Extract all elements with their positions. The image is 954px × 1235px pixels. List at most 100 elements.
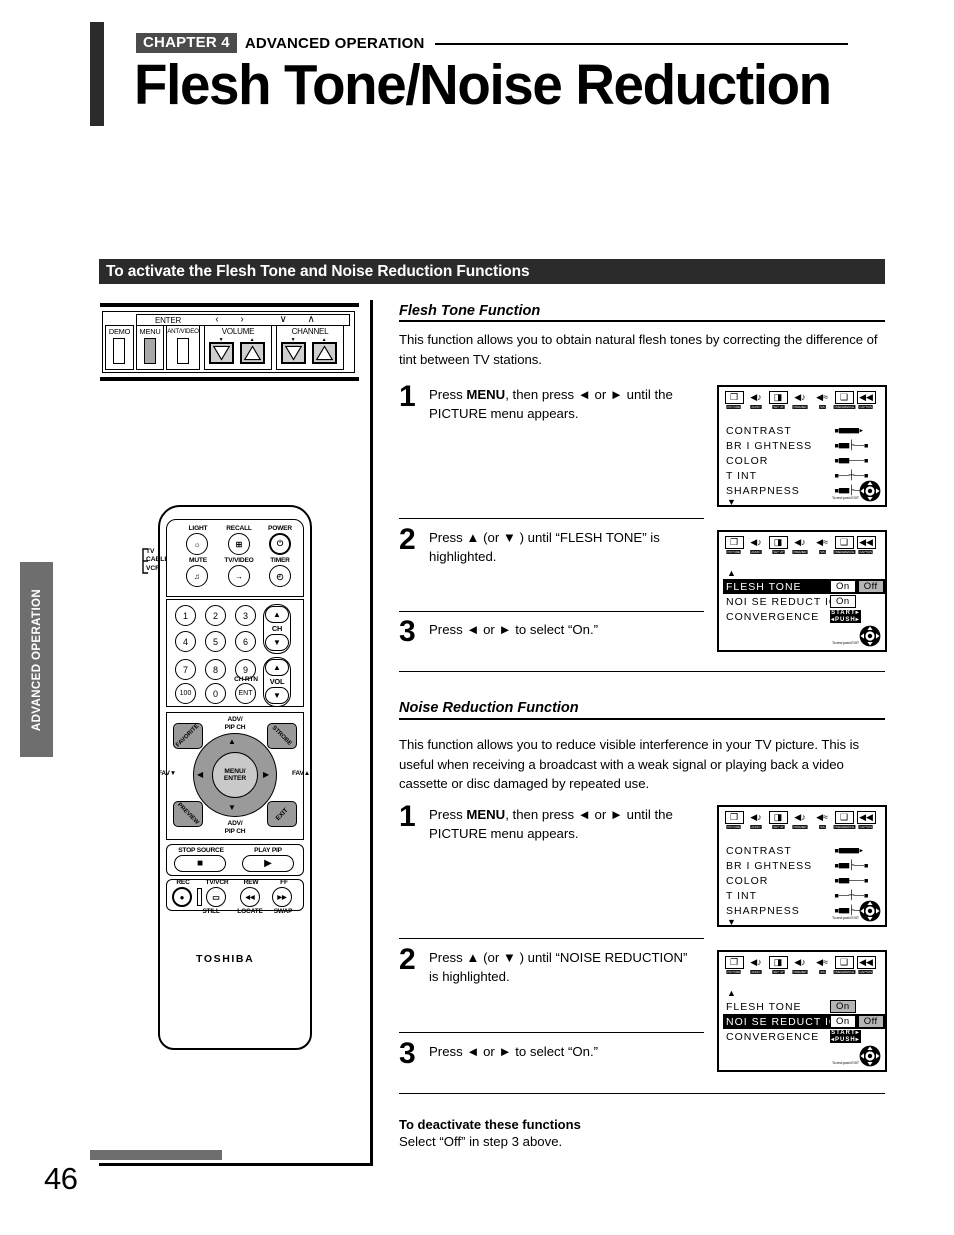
dpad-down-icon[interactable]: ▼ (228, 803, 236, 812)
osd-scroll-down-icon[interactable]: ▼ (727, 497, 736, 505)
osd-convergence-start[interactable]: START▸ ◂PUSH▸ (830, 609, 861, 624)
osd-icon-audio[interactable]: ◀♪ AUDIO (746, 391, 766, 409)
osd-row-convergence[interactable]: CONVERGENCE START▸ ◂PUSH▸ (723, 609, 885, 624)
key-4[interactable]: 4 (175, 631, 196, 652)
key-8[interactable]: 8 (205, 659, 226, 680)
osd-row-contrast[interactable]: CONTRAST ▪■■■■▸ (726, 843, 868, 858)
ant-video-button[interactable] (177, 338, 189, 364)
key-7[interactable]: 7 (175, 659, 196, 680)
mute-button[interactable]: ♫ (186, 565, 208, 587)
osd-icon-setup[interactable]: ◨ SET UP (768, 536, 788, 554)
flesh-tone-heading-rule (399, 320, 885, 322)
vol-up-button[interactable]: ▲ (265, 659, 289, 676)
exit-button[interactable]: EXIT (267, 801, 297, 827)
step-number: 3 (399, 1037, 416, 1070)
osd-row-tint[interactable]: T INT ▪––┼––▪ (726, 468, 869, 483)
osd-icon-premier[interactable]: ◀♪ PREMIER (790, 956, 810, 974)
light-button[interactable]: ☼ (186, 533, 208, 555)
key-0[interactable]: 0 (205, 683, 226, 704)
osd-icon-premier[interactable]: ◀♪ PREMIER (790, 391, 810, 409)
osd-value-on[interactable]: On (830, 1000, 856, 1013)
osd-icon-setup[interactable]: ◨ SET UP (768, 391, 788, 409)
osd-icon-audio[interactable]: ◀♪ AUDIO (746, 811, 766, 829)
dpad-right-icon[interactable]: ▶ (263, 770, 269, 779)
osd-icon-sis[interactable]: ◀≈ SIS (812, 811, 832, 829)
preview-button[interactable]: PREVIEW (173, 801, 203, 827)
osd-icon-sis[interactable]: ◀≈ SIS (812, 391, 832, 409)
volume-up-button[interactable] (240, 342, 265, 364)
osd-scroll-up-icon[interactable]: ▲ (727, 568, 736, 578)
key-100[interactable]: 100 (175, 683, 196, 704)
osd-row-brightness[interactable]: BR I GHTNESS ▪■■├––▪ (726, 438, 869, 453)
osd-icon-audio[interactable]: ◀♪ AUDIO (746, 536, 766, 554)
channel-up-button[interactable] (312, 342, 337, 364)
key-1[interactable]: 1 (175, 605, 196, 626)
key-5[interactable]: 5 (205, 631, 226, 652)
osd-row-contrast[interactable]: CONTRAST ▪■■■■▸ (726, 423, 868, 438)
osd-row-flesh-tone[interactable]: FLESH TONE On Off (723, 579, 885, 594)
menu-button[interactable] (144, 338, 156, 364)
osd-icon-caption-menu[interactable]: ◀◀ CAPTION (856, 391, 876, 409)
osd-icon-premier[interactable]: ◀♪ PREMIER (790, 811, 810, 829)
stop-button[interactable]: ■ (174, 855, 226, 872)
osd-row-tint[interactable]: T INT ▪––┼––▪ (726, 888, 869, 903)
tv-vcr-button[interactable]: ▭ (206, 887, 226, 907)
osd-scroll-down-icon[interactable]: ▼ (727, 917, 736, 925)
osd-icon-sis[interactable]: ◀≈ SIS (812, 536, 832, 554)
recall-button[interactable]: ⊞ (228, 533, 250, 555)
osd-icon-caption-menu[interactable]: ◀◀ CAPTION (856, 811, 876, 829)
osd-icon-picture[interactable]: ❐ PICTURE (724, 391, 744, 409)
tv-video-button[interactable]: → (228, 565, 250, 587)
osd-value-on[interactable]: On (830, 595, 856, 608)
osd-icon-preference[interactable]: ❑ PREFERENCE (833, 811, 855, 829)
osd-row-color[interactable]: COLOR ▪■■–––▪ (726, 453, 869, 468)
osd-row-brightness[interactable]: BR I GHTNESS ▪■■├––▪ (726, 858, 869, 873)
osd-icon-premier[interactable]: ◀♪ PREMIER (790, 536, 810, 554)
osd-value-on[interactable]: On (830, 580, 856, 593)
osd-row-flesh-tone[interactable]: FLESH TONE On (723, 999, 885, 1014)
rew-button[interactable]: ◀◀ (240, 887, 260, 907)
ch-down-button[interactable]: ▼ (265, 634, 289, 651)
menu-enter-button[interactable]: MENU/ ENTER (212, 752, 258, 798)
osd-convergence-start[interactable]: START▸ ◂PUSH▸ (830, 1029, 861, 1044)
demo-button[interactable] (113, 338, 125, 364)
osd-value-off[interactable]: Off (857, 580, 884, 593)
osd-icon-preference[interactable]: ❑ PREFERENCE (833, 391, 855, 409)
vol-down-button[interactable]: ▼ (265, 687, 289, 704)
channel-down-button[interactable] (281, 342, 306, 364)
favorite-button[interactable]: FAVORITE (173, 723, 203, 749)
osd-row-color[interactable]: COLOR ▪■■–––▪ (726, 873, 869, 888)
osd-icon-preference[interactable]: ❑ PREFERENCE (833, 536, 855, 554)
osd-icon-setup[interactable]: ◨ SET UP (768, 956, 788, 974)
strobe-button[interactable]: STROBE (267, 723, 297, 749)
dpad-up-icon[interactable]: ▲ (228, 737, 236, 746)
ch-up-button[interactable]: ▲ (265, 606, 289, 623)
key-3[interactable]: 3 (235, 605, 256, 626)
volume-down-button[interactable] (209, 342, 234, 364)
dpad-left-icon[interactable]: ◀ (197, 770, 203, 779)
power-button[interactable]: ⏻ (269, 533, 291, 555)
osd-value-on[interactable]: On (830, 1015, 856, 1028)
osd-icon-picture[interactable]: ❐ PICTURE (724, 536, 744, 554)
key-enter[interactable]: ENT (235, 683, 256, 704)
timer-button[interactable]: ◴ (269, 565, 291, 587)
key-2[interactable]: 2 (205, 605, 226, 626)
key-6[interactable]: 6 (235, 631, 256, 652)
osd-scroll-up-icon[interactable]: ▲ (727, 988, 736, 998)
osd-icon-audio[interactable]: ◀♪ AUDIO (746, 956, 766, 974)
osd-icon-sis[interactable]: ◀≈ SIS (812, 956, 832, 974)
osd-icon-setup[interactable]: ◨ SET UP (768, 811, 788, 829)
osd-icon-picture[interactable]: ❐ PICTURE (724, 956, 744, 974)
play-button[interactable]: ▶ (242, 855, 294, 872)
osd-value-off[interactable]: Off (857, 1015, 884, 1028)
osd-icon-preference[interactable]: ❑ PREFERENCE (833, 956, 855, 974)
osd-row-convergence[interactable]: CONVERGENCE START▸ ◂PUSH▸ (723, 1029, 885, 1044)
osd-icon-caption-menu[interactable]: ◀◀ CAPTION (856, 956, 876, 974)
osd-row-noise-reduction[interactable]: NOI SE REDUCT ION On (723, 594, 885, 609)
rec-button[interactable]: ● (172, 887, 192, 907)
osd-icon-picture[interactable]: ❐ PICTURE (724, 811, 744, 829)
ff-button[interactable]: ▶▶ (272, 887, 292, 907)
osd-row-noise-reduction[interactable]: NOI SE REDUCT ION On Off (723, 1014, 885, 1029)
osd-icon-caption-menu[interactable]: ◀◀ CAPTION (856, 536, 876, 554)
still-label: STILL (202, 908, 220, 915)
